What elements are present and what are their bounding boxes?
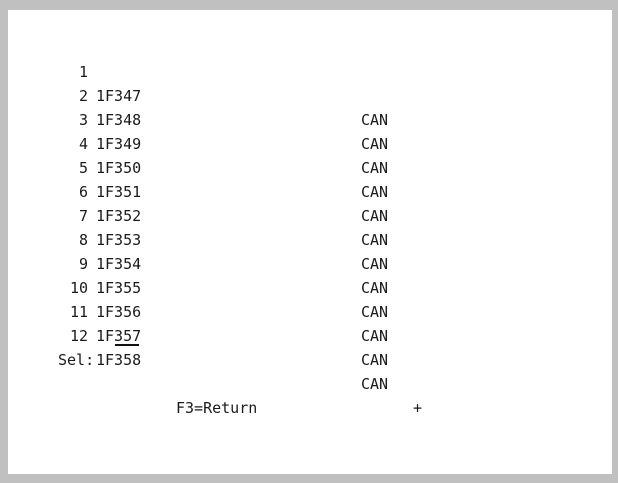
list-item: 6 1F352 CAN: [8, 156, 612, 249]
list-item: 5 1F351 CAN: [8, 132, 612, 225]
list-item: 1 1F347 CAN: [8, 36, 612, 129]
list-item: 3 1F349 CAN: [8, 84, 612, 177]
list-item: 11 1F357 CAN: [8, 276, 612, 369]
item-status: CAN: [361, 351, 389, 369]
item-code: 1F358: [96, 351, 142, 369]
list-item: 8 1F354 CAN: [8, 204, 612, 297]
item-status: CAN: [361, 375, 389, 393]
more-indicator: +: [413, 399, 423, 417]
selection-input[interactable]: [115, 328, 139, 346]
list-item: 9 1F355 CAN: [8, 228, 612, 321]
selection-prompt-row: Sel: F3=Return: [8, 324, 612, 417]
list-item: 4 1F350 CAN: [8, 108, 612, 201]
list-item: 10 1F356 CAN: [8, 252, 612, 345]
f3-return-key[interactable]: F3=Return: [176, 396, 257, 420]
terminal-screen: 1 1F347 CAN 2 1F348 CAN 3 1F349 CAN 4 1F…: [8, 10, 612, 474]
terminal-window-frame: 1 1F347 CAN 2 1F348 CAN 3 1F349 CAN 4 1F…: [0, 0, 618, 483]
list-item: 12 1F358 CAN +: [8, 300, 612, 417]
list-item: 7 1F353 CAN: [8, 180, 612, 273]
sel-label: Sel:: [58, 351, 95, 369]
list-item: 2 1F348 CAN: [8, 60, 612, 153]
